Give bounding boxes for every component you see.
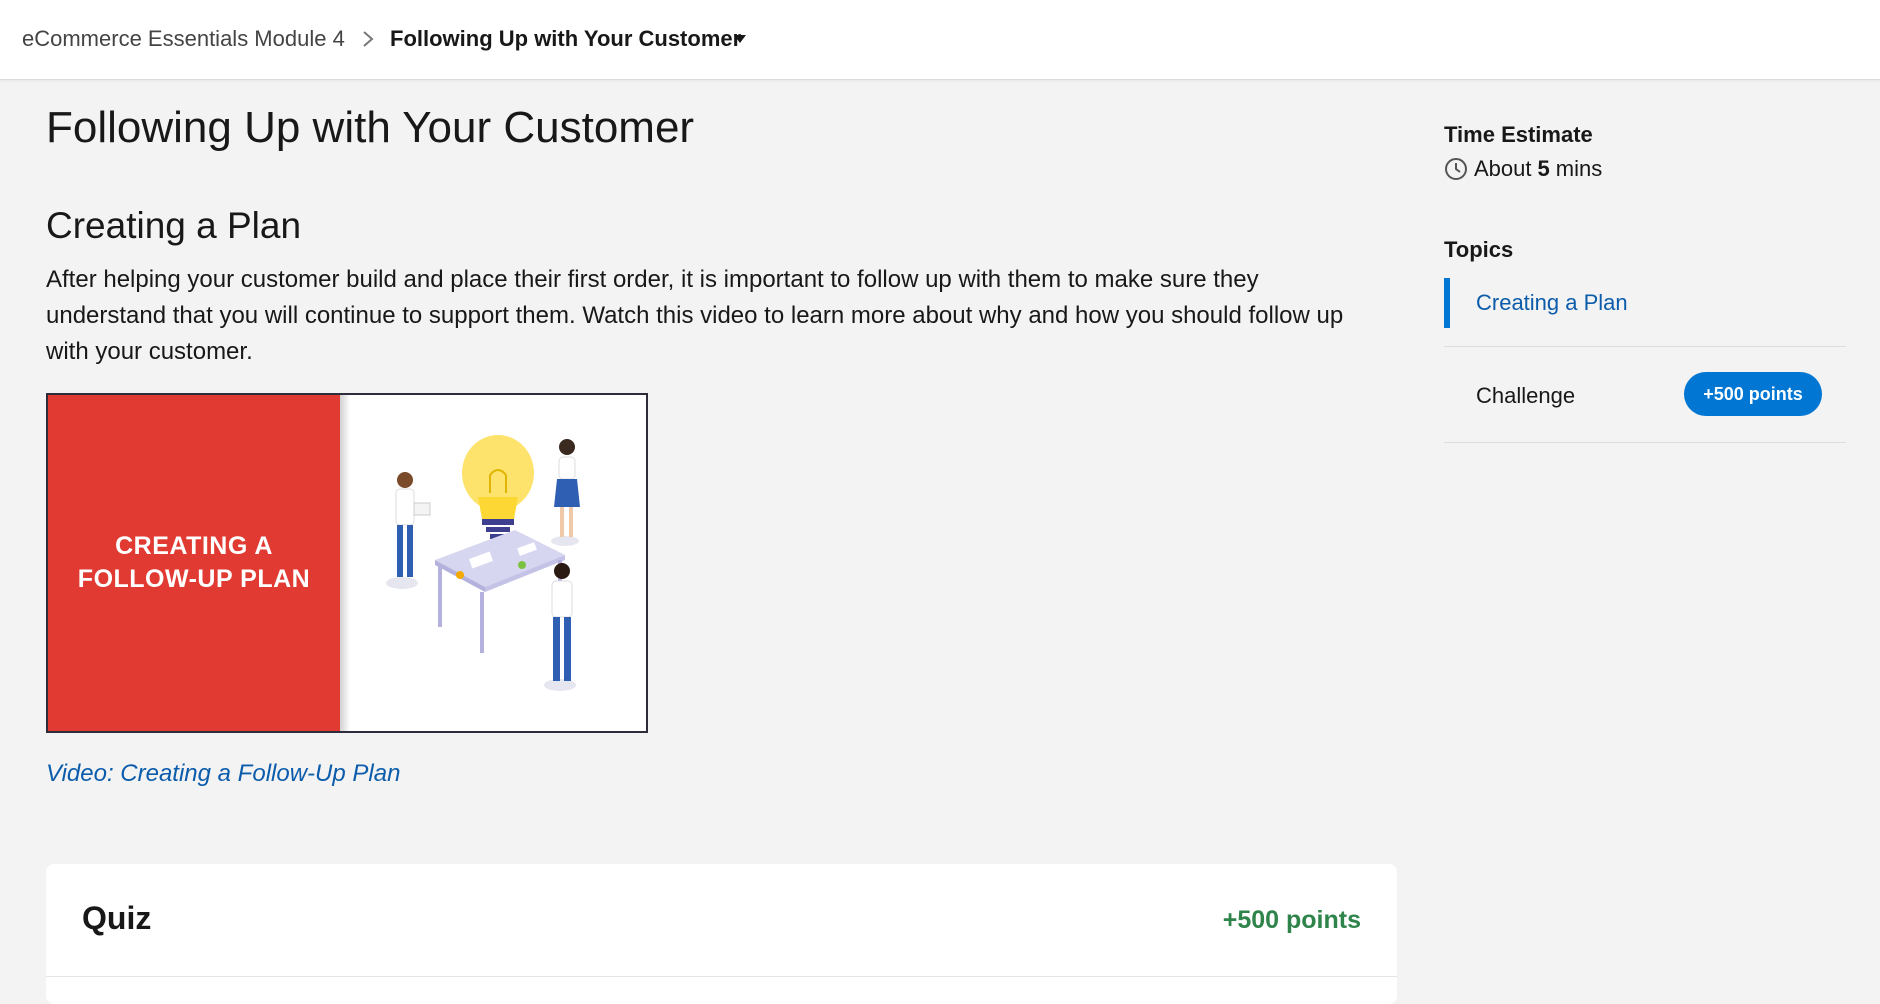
top-bar: eCommerce Essentials Module 4 Following … (0, 0, 1880, 80)
divider (1444, 442, 1846, 443)
divider (46, 976, 1397, 977)
time-value: 5 (1537, 156, 1550, 181)
thumbnail-title-panel: CREATING A FOLLOW-UP PLAN (48, 395, 340, 731)
time-prefix: About (1474, 156, 1532, 181)
quiz-card: Quiz +500 points (46, 864, 1397, 1004)
section-title: Creating a Plan (46, 205, 302, 246)
topic-item-creating-a-plan[interactable]: Creating a Plan (1444, 278, 1854, 328)
time-estimate-label: Time Estimate (1444, 122, 1593, 147)
chevron-right-icon (363, 31, 374, 47)
thumbnail-title-text: CREATING A FOLLOW-UP PLAN (77, 532, 311, 593)
breadcrumb-current[interactable]: Following Up with Your Customer (390, 26, 741, 52)
time-estimate-value: About 5 mins (1444, 156, 1602, 182)
page-title: Following Up with Your Customer (46, 103, 695, 152)
topic-label: Creating a Plan (1476, 290, 1628, 315)
team-planning-illustration (386, 435, 580, 691)
video-link[interactable]: Video: Creating a Follow-Up Plan (46, 760, 400, 788)
time-unit: mins (1555, 156, 1603, 181)
topic-item-challenge[interactable]: Challenge (1476, 383, 1575, 409)
topics-label: Topics (1444, 237, 1514, 262)
quiz-title: Quiz (82, 900, 152, 936)
breadcrumb-parent-link[interactable]: eCommerce Essentials Module 4 (22, 26, 345, 52)
video-thumbnail[interactable]: CREATING A FOLLOW-UP PLAN (46, 393, 648, 733)
divider (1444, 346, 1846, 347)
challenge-points-badge: +500 points (1684, 372, 1822, 416)
body-paragraph: After helping your customer build and pl… (46, 266, 1344, 365)
clock-icon (1445, 158, 1467, 180)
caret-down-icon[interactable] (733, 34, 747, 44)
quiz-points: +500 points (1222, 906, 1361, 934)
